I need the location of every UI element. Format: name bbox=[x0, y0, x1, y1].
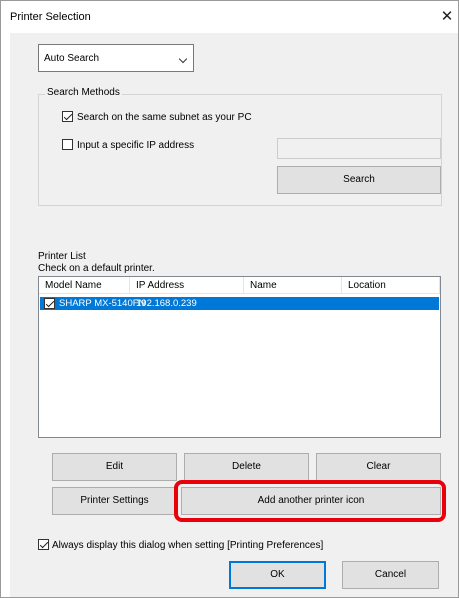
search-mode-value: Auto Search bbox=[44, 53, 100, 64]
clear-button[interactable]: Clear bbox=[316, 453, 441, 481]
printer-list[interactable]: Model Name IP Address Name Location SHAR… bbox=[38, 276, 441, 438]
search-mode-dropdown[interactable]: Auto Search bbox=[38, 44, 194, 72]
delete-button[interactable]: Delete bbox=[184, 453, 309, 481]
column-header-location[interactable]: Location bbox=[342, 277, 440, 294]
same-subnet-checkbox[interactable] bbox=[62, 111, 73, 122]
specific-ip-checkbox[interactable] bbox=[62, 139, 73, 150]
search-methods-label: Search Methods bbox=[45, 87, 122, 98]
row-model: SHARP MX-5140FN bbox=[59, 298, 146, 309]
always-display-label: Always display this dialog when setting … bbox=[52, 540, 324, 551]
ip-address-input[interactable] bbox=[277, 138, 441, 159]
column-header-name[interactable]: Name bbox=[244, 277, 342, 294]
search-button[interactable]: Search bbox=[277, 166, 441, 194]
specific-ip-label: Input a specific IP address bbox=[77, 140, 195, 151]
edit-button[interactable]: Edit bbox=[52, 453, 177, 481]
cancel-button[interactable]: Cancel bbox=[342, 561, 439, 589]
table-row[interactable]: SHARP MX-5140FN 192.168.0.239 bbox=[40, 297, 439, 310]
ok-button[interactable]: OK bbox=[229, 561, 326, 589]
printer-list-sublabel: Check on a default printer. bbox=[38, 263, 155, 274]
printer-list-label: Printer List bbox=[38, 251, 86, 262]
chevron-down-icon bbox=[178, 54, 188, 64]
default-printer-checkbox[interactable] bbox=[44, 298, 55, 309]
highlight-frame bbox=[174, 480, 446, 522]
close-icon[interactable]: ✕ bbox=[438, 6, 456, 26]
column-header-model[interactable]: Model Name bbox=[39, 277, 130, 294]
printer-settings-button[interactable]: Printer Settings bbox=[52, 487, 177, 515]
row-ip: 192.168.0.239 bbox=[136, 298, 197, 309]
column-header-ip[interactable]: IP Address bbox=[130, 277, 244, 294]
same-subnet-label: Search on the same subnet as your PC bbox=[77, 112, 252, 123]
always-display-checkbox[interactable] bbox=[38, 539, 49, 550]
window-title: Printer Selection bbox=[10, 11, 91, 23]
